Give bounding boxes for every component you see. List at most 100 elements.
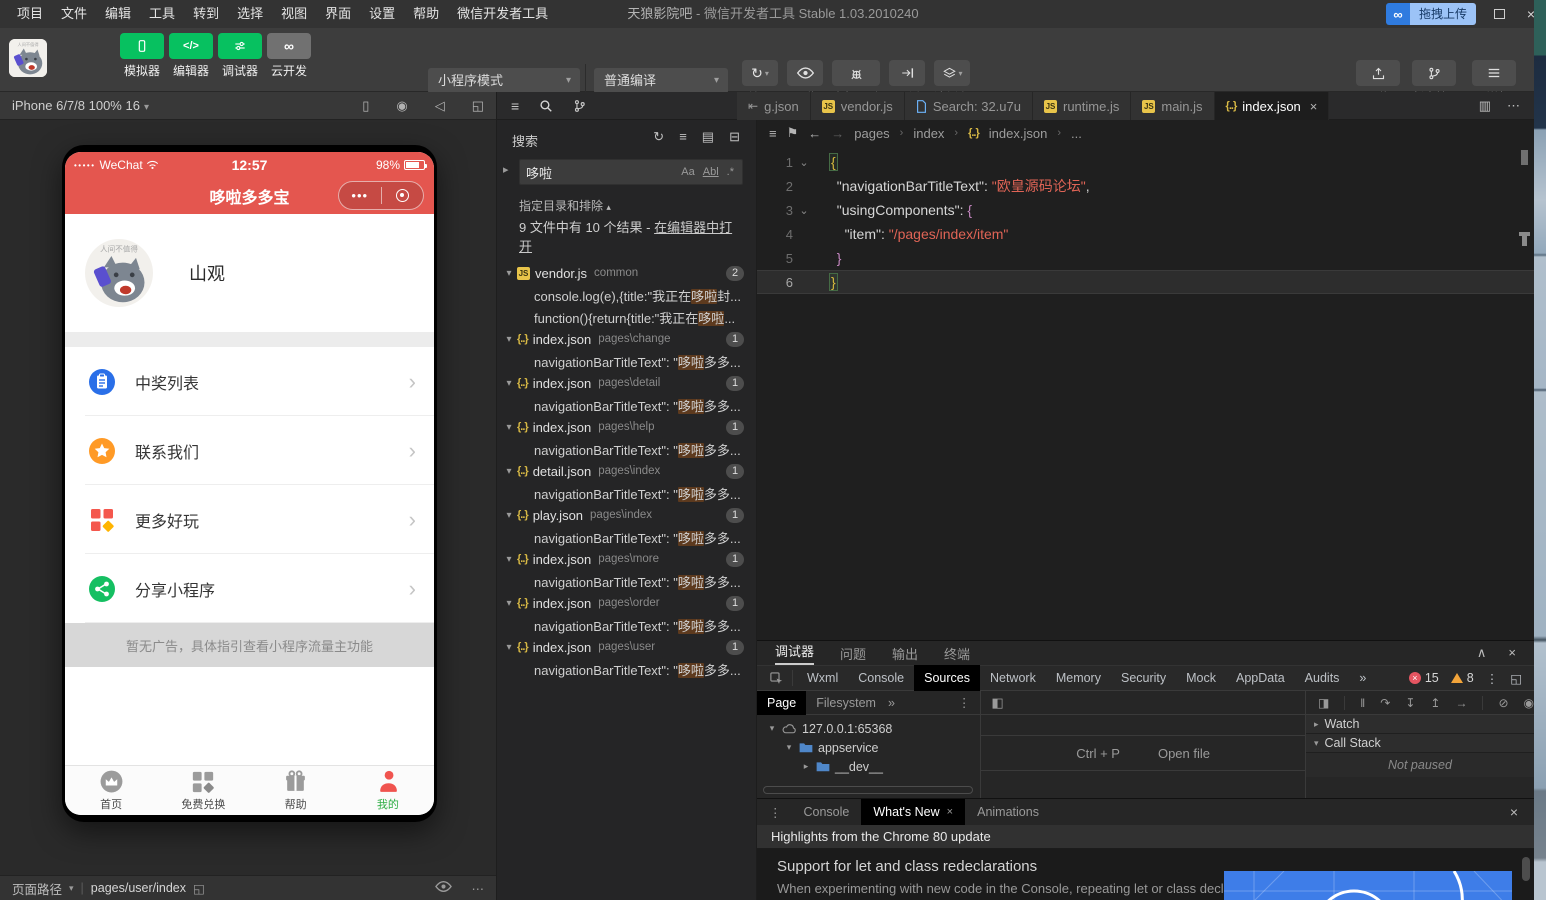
- menu-item-prize-list[interactable]: 中奖列表 ›: [65, 347, 434, 416]
- devtools-tab-memory[interactable]: Memory: [1046, 665, 1111, 691]
- tree-node-host[interactable]: ▾ 127.0.0.1:65368: [757, 719, 980, 738]
- forward-icon[interactable]: →: [831, 126, 844, 141]
- devtools-tab-audits[interactable]: Audits: [1295, 665, 1350, 691]
- drawer-scrollbar[interactable]: [1522, 857, 1530, 881]
- tab-index-json[interactable]: {..}index.json×: [1215, 92, 1330, 120]
- devtools-tab-overflow-icon[interactable]: »: [1349, 665, 1376, 691]
- panel-tab-output[interactable]: 输出: [892, 644, 918, 663]
- new-search-editor-icon[interactable]: ▤: [702, 129, 714, 145]
- drawer-tab-console[interactable]: Console: [792, 799, 862, 825]
- result-match[interactable]: navigationBarTitleText": "哆啦多多...: [497, 438, 756, 460]
- rotate-device-icon[interactable]: ▯: [362, 98, 369, 114]
- drawer-menu-icon[interactable]: ⋮: [769, 805, 782, 820]
- menu-file[interactable]: 文件: [54, 0, 94, 28]
- compile-mode-select[interactable]: 普通编译 ▾: [594, 68, 728, 94]
- tree-node-dev[interactable]: ▸ __dev__: [757, 757, 980, 776]
- result-match[interactable]: function(){return{title:"我正在哆啦...: [497, 306, 756, 328]
- match-case-icon[interactable]: Aa: [681, 166, 694, 178]
- inspect-icon[interactable]: [769, 671, 784, 686]
- menu-devtools[interactable]: 微信开发者工具: [450, 0, 555, 28]
- devtools-menu-icon[interactable]: ⋮: [1486, 671, 1499, 686]
- tab-help[interactable]: 帮助: [250, 766, 342, 815]
- cloud-dev-button[interactable]: ∞ 云开发: [265, 33, 313, 79]
- drag-upload-button[interactable]: ∞ 拖拽上传: [1386, 3, 1476, 25]
- result-match[interactable]: navigationBarTitleText": "哆啦多多...: [497, 658, 756, 680]
- panel-tab-debugger[interactable]: 调试器: [775, 641, 814, 665]
- warning-count[interactable]: 8: [1451, 671, 1474, 685]
- result-match[interactable]: navigationBarTitleText": "哆啦多多...: [497, 570, 756, 592]
- visibility-icon[interactable]: [435, 881, 452, 892]
- search-input[interactable]: [520, 165, 681, 180]
- close-button[interactable]: ×: [1522, 6, 1540, 22]
- drawer-tab-whats-new[interactable]: What's New×: [861, 799, 965, 825]
- panel-tab-terminal[interactable]: 终端: [944, 644, 970, 663]
- mute-icon[interactable]: ◁: [435, 98, 445, 114]
- tree-horizontal-scrollbar[interactable]: [763, 786, 973, 794]
- tab-search-results[interactable]: Search: 32.u7u: [905, 92, 1033, 120]
- more-options-icon[interactable]: ⋯: [472, 881, 485, 896]
- regex-icon[interactable]: .*: [727, 166, 734, 178]
- result-match[interactable]: navigationBarTitleText": "哆啦多多...: [497, 614, 756, 636]
- tab-vendor-js[interactable]: JSvendor.js: [811, 92, 905, 120]
- copy-path-icon[interactable]: ◱: [193, 881, 205, 896]
- result-match[interactable]: navigationBarTitleText": "哆啦多多...: [497, 350, 756, 372]
- result-match[interactable]: console.log(e),{title:"我正在哆啦封...: [497, 284, 756, 306]
- devtools-tab-appdata[interactable]: AppData: [1226, 665, 1295, 691]
- menu-settings[interactable]: 设置: [362, 0, 402, 28]
- close-panel-icon[interactable]: ×: [1508, 645, 1516, 661]
- result-file[interactable]: ▾{..}detail.jsonpages\index1: [497, 460, 756, 482]
- result-file[interactable]: ▾{..}index.jsonpages\detail1: [497, 372, 756, 394]
- split-editor-icon[interactable]: ▥: [1479, 98, 1491, 114]
- pause-icon[interactable]: ‖: [1360, 696, 1365, 710]
- more-options-icon[interactable]: ⋮: [958, 695, 971, 710]
- whole-word-icon[interactable]: Abl: [703, 166, 719, 178]
- multi-window-icon[interactable]: ◱: [472, 98, 484, 114]
- back-icon[interactable]: ←: [808, 126, 821, 141]
- deactivate-breakpoints-icon[interactable]: ⊘: [1498, 696, 1508, 710]
- devtools-tab-wxml[interactable]: Wxml: [797, 665, 848, 691]
- more-button[interactable]: •••: [339, 191, 381, 201]
- tree-node-appservice[interactable]: ▾ appservice: [757, 738, 980, 757]
- fold-icon[interactable]: ⌄: [793, 204, 815, 217]
- error-count[interactable]: ×15: [1409, 671, 1439, 685]
- result-file[interactable]: ▾{..}index.jsonpages\order1: [497, 592, 756, 614]
- panel-tab-problems[interactable]: 问题: [840, 644, 866, 663]
- devtools-tab-console[interactable]: Console: [848, 665, 914, 691]
- breadcrumb-index[interactable]: index: [913, 126, 944, 141]
- exit-button[interactable]: [382, 189, 424, 202]
- outline-icon[interactable]: ≡: [769, 126, 777, 141]
- devtools-tab-network[interactable]: Network: [980, 665, 1046, 691]
- simulator-toggle[interactable]: 模拟器: [118, 33, 166, 79]
- pause-on-exceptions-icon[interactable]: ◉: [1524, 696, 1534, 710]
- collapse-all-icon[interactable]: ⊟: [729, 129, 740, 145]
- fold-icon[interactable]: ⌄: [793, 156, 815, 169]
- dock-side-icon[interactable]: ◱: [1510, 671, 1522, 686]
- breadcrumb-more[interactable]: ...: [1071, 126, 1082, 141]
- step-icon[interactable]: →: [1455, 696, 1467, 710]
- watch-section[interactable]: ▸ Watch: [1306, 715, 1534, 734]
- tab-g-json[interactable]: ⇤g.json: [737, 92, 811, 120]
- explorer-icon[interactable]: ≡: [511, 98, 519, 114]
- call-stack-section[interactable]: ▾ Call Stack: [1306, 734, 1534, 753]
- step-over-icon[interactable]: ↷: [1380, 696, 1390, 710]
- maximize-button[interactable]: [1490, 6, 1508, 22]
- menu-project[interactable]: 项目: [10, 0, 50, 28]
- result-match[interactable]: navigationBarTitleText": "哆啦多多...: [497, 526, 756, 548]
- device-selector[interactable]: iPhone 6/7/8 100% 16▾: [12, 98, 149, 113]
- menu-item-more-fun[interactable]: 更多好玩 ›: [65, 485, 434, 554]
- result-file[interactable]: ▾{..}index.jsonpages\help1: [497, 416, 756, 438]
- devtools-tab-security[interactable]: Security: [1111, 665, 1176, 691]
- record-icon[interactable]: ◉: [396, 98, 407, 114]
- show-navigator-icon[interactable]: ◧: [991, 695, 1003, 711]
- menu-select[interactable]: 选择: [230, 0, 270, 28]
- devtools-tab-sources[interactable]: Sources: [914, 665, 980, 691]
- collapse-panel-icon[interactable]: ∧: [1477, 645, 1487, 661]
- bookmark-icon[interactable]: ⚑: [787, 125, 799, 141]
- toggle-replace-icon[interactable]: ▸: [503, 163, 509, 176]
- breadcrumb-file[interactable]: index.json: [989, 126, 1048, 141]
- close-tab-icon[interactable]: ×: [1310, 99, 1318, 114]
- result-match[interactable]: navigationBarTitleText": "哆啦多多...: [497, 482, 756, 504]
- menu-goto[interactable]: 转到: [186, 0, 226, 28]
- git-icon[interactable]: [573, 99, 586, 113]
- breadcrumb-pages[interactable]: pages: [854, 126, 889, 141]
